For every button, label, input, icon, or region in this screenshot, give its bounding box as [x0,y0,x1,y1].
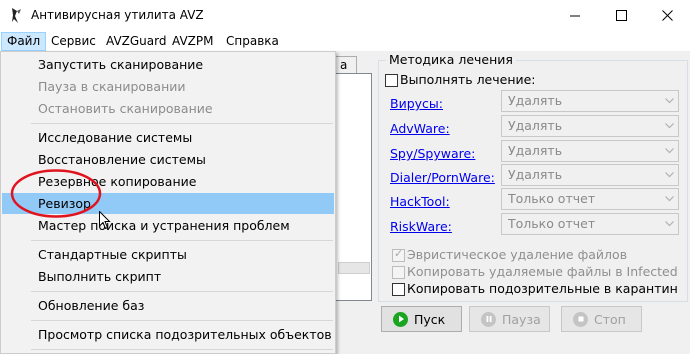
menu-help[interactable]: Справка [221,33,284,50]
close-button[interactable] [644,0,690,31]
heuristic-delete-checkbox[interactable]: ✓ [392,247,405,262]
viruses-action-value: Удалять [508,93,563,108]
menu-item-label: Пауза в сканировании [38,79,186,94]
window-title: Антивирусная утилита AVZ [31,8,204,22]
menu-separator [31,320,333,321]
riskware-action-value: Только отчет [508,216,596,231]
copy-suspicious-checkbox[interactable] [392,283,405,296]
chevron-down-icon [661,141,678,161]
menu-item-system-investigation[interactable]: Исследование системы [2,127,334,148]
hacktool-action-select[interactable]: Только отчет [501,188,679,210]
riskware-action-select[interactable]: Только отчет [501,213,679,235]
menu-item-label: Восстановление системы [38,152,206,167]
chevron-down-icon [661,165,678,185]
menu-item-label: Выполнить скрипт [38,269,162,284]
menu-separator [31,349,333,350]
background-tab-label: a [340,58,348,72]
menu-item-label: Остановить сканирование [38,101,213,116]
menu-item-label: Просмотр списка подозрительных объектов [38,327,332,342]
category-spyware-link[interactable]: Spy/Spyware: [390,146,475,161]
menu-bar: Файл Сервис AVZGuard AVZPM Справка [0,31,690,51]
menu-item-pause-scan[interactable]: Пауза в сканировании [2,76,334,97]
menu-avzpm[interactable]: AVZPM [167,33,218,50]
close-icon [661,10,673,21]
stop-icon [573,311,588,327]
spyware-action-select[interactable]: Удалять [501,140,679,162]
pause-button-label: Пауза [502,311,541,327]
pause-button[interactable]: Пауза [469,306,550,332]
category-adware-link[interactable]: AdvWare: [390,121,450,136]
treatment-group-title: Методика лечения [386,52,516,67]
stop-button-label: Стоп [594,311,626,327]
menu-avzguard[interactable]: AVZGuard [101,33,171,50]
menu-item-label: Мастер поиска и устранения проблем [38,218,290,233]
menu-service[interactable]: Сервис [46,33,101,50]
play-icon [393,311,408,327]
scan-area-scrollbar[interactable] [338,262,370,274]
menu-separator [31,240,333,241]
category-dialer-link[interactable]: Dialer/PornWare: [390,170,495,185]
menu-item-system-restore[interactable]: Восстановление системы [2,149,334,170]
menu-item-stop-scan[interactable]: Остановить сканирование [2,98,334,119]
pause-icon [481,311,496,327]
dialer-action-select[interactable]: Удалять [501,164,679,186]
menu-item-suspicious-list[interactable]: Просмотр списка подозрительных объектов [2,324,334,345]
menu-item-label: Запустить сканирование [38,57,204,72]
maximize-button[interactable] [598,0,644,31]
copy-deleted-checkbox[interactable] [392,266,405,279]
chevron-down-icon [661,91,678,111]
adware-action-value: Удалять [508,118,563,133]
menu-item-standard-scripts[interactable]: Стандартные скрипты [2,244,334,265]
category-viruses-link[interactable]: Вирусы: [390,96,443,111]
menu-separator [31,123,333,124]
chevron-down-icon [661,214,678,234]
maximize-icon [615,10,627,21]
category-riskware-link[interactable]: RiskWare: [390,219,452,234]
annotation-ellipse [10,169,102,218]
menu-file[interactable]: Файл [1,32,47,51]
menu-item-label: Исследование системы [38,130,193,145]
start-button-label: Пуск [414,311,446,327]
hacktool-action-value: Только отчет [508,191,596,206]
menu-separator [31,291,333,292]
stop-button[interactable]: Стоп [561,306,642,332]
menu-item-update-databases[interactable]: Обновление баз [2,295,334,316]
copy-suspicious-label: Копировать подозрительные в карантин [407,281,678,296]
start-button[interactable]: Пуск [381,306,462,332]
copy-deleted-label: Копировать удаляемые файлы в Infected [407,264,678,279]
adware-action-select[interactable]: Удалять [501,115,679,137]
heuristic-delete-label: Эвристическое удаление файлов [407,247,628,262]
avz-app-icon [12,8,21,23]
minimize-button[interactable] [552,0,598,31]
spyware-action-value: Удалять [508,143,563,158]
menu-item-run-script[interactable]: Выполнить скрипт [2,266,334,287]
chevron-down-icon [661,189,678,209]
menu-item-start-scan[interactable]: Запустить сканирование [2,54,334,75]
menu-item-label: Обновление баз [38,298,145,313]
category-hacktool-link[interactable]: HackTool: [390,194,450,209]
checkmark-icon: ✓ [394,247,404,260]
chevron-down-icon [661,116,678,136]
title-bar: Антивирусная утилита AVZ [0,0,690,31]
perform-treatment-checkbox[interactable] [385,74,398,87]
mouse-cursor-icon [99,211,111,230]
menu-item-label: Стандартные скрипты [38,247,187,262]
dialer-action-value: Удалять [508,167,563,182]
viruses-action-select[interactable]: Удалять [501,90,679,112]
minimize-icon [569,15,580,17]
perform-treatment-label: Выполнять лечение: [400,72,536,87]
